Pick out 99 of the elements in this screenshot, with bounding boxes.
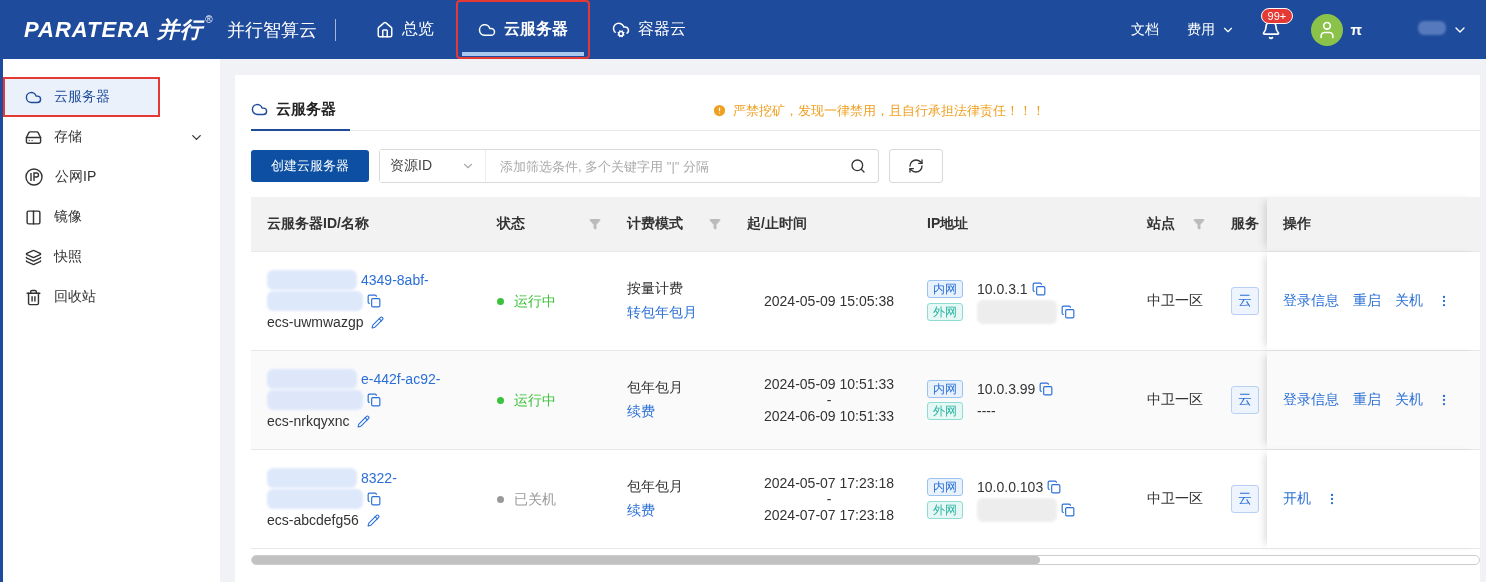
- network-tag: 外网: [927, 303, 963, 321]
- action-link[interactable]: 登录信息: [1283, 292, 1339, 310]
- registered-mark: ®: [205, 14, 213, 25]
- logo: PARATERA 并行: [24, 15, 204, 44]
- service-tag: 云: [1231, 485, 1259, 513]
- edit-icon[interactable]: [371, 315, 385, 329]
- panel-tab[interactable]: 云服务器: [251, 90, 350, 131]
- server-name: ecs-nrkqyxnc: [267, 412, 350, 431]
- cloud-icon: [251, 101, 268, 118]
- column-header: 服务: [1230, 214, 1260, 233]
- service-tag: 云: [1231, 287, 1259, 315]
- home-icon: [375, 20, 394, 39]
- copy-icon[interactable]: [1047, 480, 1062, 494]
- refresh-icon: [908, 158, 924, 174]
- site-name: 中卫一区: [1147, 490, 1204, 508]
- copy-icon[interactable]: [1061, 503, 1075, 517]
- nav-tab[interactable]: 云服务器: [455, 0, 590, 59]
- copy-icon[interactable]: [367, 393, 381, 407]
- nav-tab[interactable]: 总览: [353, 0, 456, 59]
- sidebar-item[interactable]: 快照: [3, 237, 220, 277]
- ip-address: 10.0.0.103: [977, 478, 1044, 497]
- network-tag: 内网: [927, 478, 963, 496]
- image-icon: [25, 208, 42, 226]
- billing-link[interactable]: 续费: [627, 502, 731, 520]
- column-header: 起/止时间: [746, 214, 808, 233]
- filter-select[interactable]: 资源ID: [380, 150, 486, 182]
- column-header: IP地址: [926, 214, 970, 233]
- trash-icon: [25, 288, 42, 306]
- action-link[interactable]: 重启: [1353, 391, 1381, 409]
- network-tag: 内网: [927, 380, 963, 398]
- billing-link[interactable]: 转包年包月: [627, 304, 731, 322]
- billing-mode: 包年包月: [627, 478, 684, 496]
- notification-badge: 99+: [1260, 7, 1294, 24]
- column-header: 操作: [1267, 197, 1480, 251]
- status-text: 运行中: [514, 292, 556, 311]
- billing-link[interactable]: 续费: [627, 403, 731, 421]
- search-icon[interactable]: [850, 158, 866, 174]
- copy-icon[interactable]: [367, 492, 381, 506]
- copy-icon[interactable]: [1031, 282, 1046, 296]
- server-name: ecs-uwmwazgp: [267, 313, 364, 332]
- warning-message: 严禁挖矿，发现一律禁用，且自行承担法律责任！！！: [712, 101, 1045, 120]
- billing-mode: 包年包月: [627, 379, 684, 397]
- time-separator: -: [826, 392, 832, 408]
- server-id-link[interactable]: 8322-: [361, 467, 397, 489]
- sidebar-item[interactable]: 镜像: [3, 197, 220, 237]
- refresh-button[interactable]: [889, 149, 943, 183]
- action-link[interactable]: 重启: [1353, 292, 1381, 310]
- start-time: 2024-05-09 10:51:33: [764, 376, 894, 392]
- header-link[interactable]: 费用: [1186, 20, 1235, 39]
- action-link[interactable]: 关机: [1395, 292, 1423, 310]
- action-link[interactable]: 登录信息: [1283, 391, 1339, 409]
- status-text: 运行中: [514, 391, 556, 410]
- avatar[interactable]: [1310, 13, 1343, 46]
- copy-icon[interactable]: [1061, 305, 1075, 319]
- start-time: 2024-05-09 15:05:38: [764, 293, 894, 309]
- end-time: 2024-06-09 10:51:33: [764, 408, 894, 424]
- site-name: 中卫一区: [1147, 292, 1204, 310]
- end-time: 2024-07-07 17:23:18: [764, 507, 894, 523]
- sidebar-item[interactable]: 存储: [3, 117, 220, 157]
- product-name: 并行智算云: [226, 18, 317, 42]
- sidebar-item[interactable]: 公网IP: [3, 157, 220, 197]
- network-tag: 外网: [927, 402, 963, 420]
- cloud-icon: [611, 20, 630, 39]
- service-tag: 云: [1231, 386, 1259, 414]
- network-tag: 外网: [927, 501, 963, 519]
- column-header: 站点: [1131, 197, 1215, 251]
- server-id-link[interactable]: e-442f-ac92-: [361, 368, 441, 390]
- create-server-button[interactable]: 创建云服务器: [251, 150, 369, 182]
- warning-icon: [712, 103, 727, 118]
- network-tag: 内网: [927, 280, 963, 298]
- nav-tab[interactable]: 容器云: [589, 0, 708, 59]
- storage-icon: [25, 128, 42, 146]
- ip-address: 10.0.3.99: [977, 380, 1036, 399]
- time-separator: -: [826, 491, 832, 507]
- action-link[interactable]: 关机: [1395, 391, 1423, 409]
- status-text: 已关机: [514, 490, 556, 509]
- ip-address: ----: [977, 402, 996, 421]
- column-header: 状态: [481, 197, 611, 251]
- sidebar-item[interactable]: 回收站: [3, 277, 220, 317]
- ip-icon: [25, 168, 43, 186]
- sidebar-item[interactable]: 云服务器: [3, 77, 160, 117]
- copy-icon[interactable]: [367, 294, 381, 308]
- edit-icon[interactable]: [366, 513, 380, 527]
- user-name: π: [1350, 21, 1362, 38]
- server-name: ecs-abcdefg56: [267, 511, 359, 530]
- column-header: 云服务器ID/名称: [266, 214, 370, 233]
- ip-address: 10.0.3.1: [977, 280, 1028, 299]
- copy-icon[interactable]: [1039, 382, 1054, 396]
- header-link[interactable]: 文档: [1130, 20, 1159, 39]
- server-id-link[interactable]: 4349-8abf-: [361, 269, 429, 291]
- action-link[interactable]: 开机: [1283, 490, 1311, 508]
- start-time: 2024-05-07 17:23:18: [764, 475, 894, 491]
- site-name: 中卫一区: [1147, 391, 1204, 409]
- billing-mode: 按量计费: [627, 280, 684, 298]
- layers-icon: [25, 248, 42, 266]
- search-field[interactable]: 资源ID 添加筛选条件, 多个关键字用 "|" 分隔: [379, 149, 879, 183]
- redacted-text: [1418, 21, 1446, 35]
- edit-icon[interactable]: [357, 414, 371, 428]
- column-header: 计费模式: [611, 197, 731, 251]
